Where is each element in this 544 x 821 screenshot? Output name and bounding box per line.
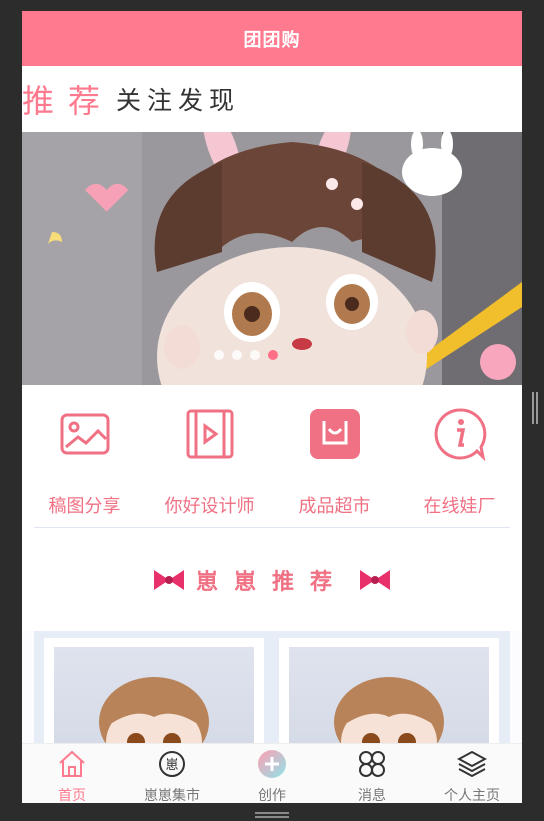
banner-carousel[interactable] <box>22 132 522 385</box>
shopping-bag-icon <box>310 409 360 459</box>
menu-item-sketch-share[interactable]: 稿图分享 <box>22 385 147 528</box>
market-icon: 崽 <box>159 751 185 777</box>
home-icon <box>59 750 85 777</box>
create-plus-icon <box>258 750 286 778</box>
carousel-dot[interactable] <box>232 350 242 360</box>
feature-menu: 稿图分享 你好设计师 成品超市 在线娃厂 <box>22 385 522 528</box>
nav-label: 消息 <box>358 788 386 803</box>
tab-follow-discover[interactable]: 关注发现 <box>116 81 240 117</box>
nav-profile[interactable]: 个人主页 <box>422 744 522 803</box>
app-title: 团团购 <box>243 29 301 51</box>
bottom-navigation: 首页 崽 崽崽集市 创作 消息 个人主页 <box>22 743 522 803</box>
nav-label: 个人主页 <box>444 788 500 803</box>
nav-label: 创作 <box>258 788 286 803</box>
nav-home[interactable]: 首页 <box>22 744 122 803</box>
nav-label: 崽崽集市 <box>144 788 200 803</box>
nav-create[interactable]: 创作 <box>222 744 322 803</box>
message-icon <box>359 751 385 777</box>
bow-icon <box>360 569 390 590</box>
bow-icon <box>153 569 184 590</box>
menu-label: 稿图分享 <box>48 496 121 517</box>
image-icon <box>60 413 110 455</box>
menu-item-finished-market[interactable]: 成品超市 <box>272 385 397 528</box>
nav-market[interactable]: 崽 崽崽集市 <box>122 744 222 803</box>
menu-label: 成品超市 <box>298 496 371 517</box>
carousel-dot-active[interactable] <box>268 350 278 360</box>
carousel-dot[interactable] <box>214 350 224 360</box>
section-title: 崽崽推荐 <box>195 569 348 595</box>
nav-label: 首页 <box>58 788 86 803</box>
menu-item-online-factory[interactable]: 在线娃厂 <box>397 385 522 528</box>
market-icon-glyph: 崽 <box>165 758 178 773</box>
home-indicator[interactable] <box>255 812 289 818</box>
menu-item-hello-designer[interactable]: 你好设计师 <box>147 385 272 528</box>
nav-messages[interactable]: 消息 <box>322 744 422 803</box>
carousel-dot[interactable] <box>250 350 260 360</box>
video-icon <box>186 409 234 459</box>
layers-icon <box>457 750 487 778</box>
app-screen: 团团购 推荐 关注发现 稿图分享 你好设计师 成品超市 在线娃厂 崽崽推荐 首页… <box>22 11 522 803</box>
menu-label: 你好设计师 <box>164 496 255 517</box>
banner-doll-image <box>22 132 522 385</box>
carousel-indicators <box>214 350 278 360</box>
title-bar: 团团购 <box>22 11 522 66</box>
side-drag-handle[interactable] <box>532 392 538 424</box>
feed-tabs: 推荐 关注发现 <box>22 66 522 132</box>
recommend-section-header: 崽崽推荐 <box>22 528 522 631</box>
menu-label: 在线娃厂 <box>423 496 496 517</box>
info-icon <box>434 408 487 461</box>
tab-recommend[interactable]: 推荐 <box>22 76 114 122</box>
